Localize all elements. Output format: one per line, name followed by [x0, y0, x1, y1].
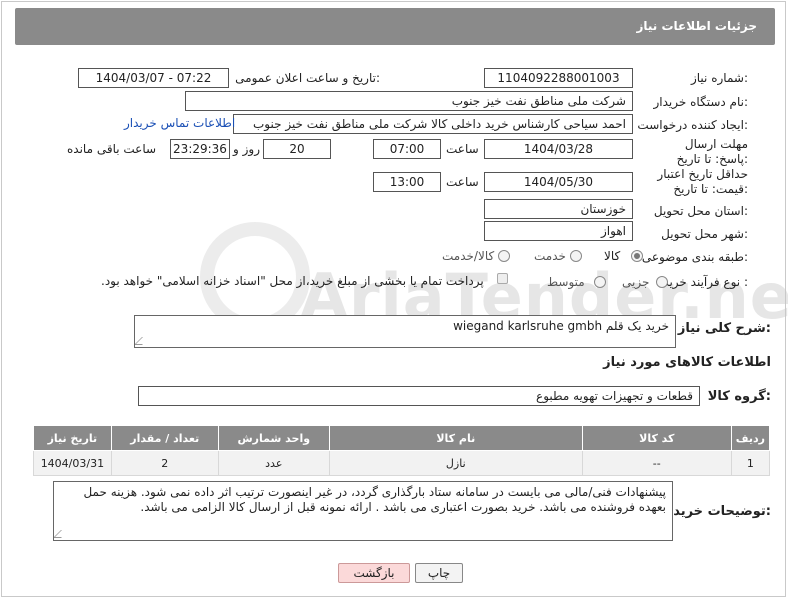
goods-group-field: قطعات و تجهیزات تهویه مطبوع: [138, 386, 700, 406]
reply-deadline-label: مهلت ارسال پاسخ: تا تاریخ:: [676, 137, 748, 166]
cell-date: 1404/03/31: [33, 450, 112, 476]
process-label: نوع فرآیند خرید :: [663, 275, 748, 289]
reply-time-label: ساعت: [446, 142, 479, 156]
treasury-payment-note: پرداخت تمام یا بخشی از مبلغ خرید،از محل …: [101, 274, 484, 288]
category-goods-service-label: کالا/خدمت: [442, 249, 495, 263]
price-time-field: 13:00: [373, 172, 441, 192]
category-goods-radio[interactable]: [631, 250, 643, 262]
process-minor-radio[interactable]: [656, 276, 668, 288]
price-date-field: 1404/05/30: [484, 172, 633, 192]
city-label: شهر محل تحویل:: [661, 227, 748, 241]
treasury-payment-checkbox[interactable]: [497, 273, 508, 284]
col-date: تاریخ نیاز: [33, 425, 112, 451]
cell-code: --: [581, 450, 732, 476]
need-number-field: 1104092288001003: [484, 68, 633, 88]
section-header: جزئیات اطلاعات نیاز: [15, 8, 775, 45]
col-row: ردیف: [730, 425, 771, 451]
remaining-time-field: 23:29:36: [170, 139, 230, 159]
process-medium-label: متوسط: [547, 275, 585, 289]
category-service-radio[interactable]: [570, 250, 582, 262]
table-row[interactable]: 1 -- نازل عدد 2 1404/03/31: [33, 450, 771, 476]
category-service-label: خدمت: [534, 249, 566, 263]
cell-qty: 2: [110, 450, 219, 476]
col-unit: واحد شمارش: [217, 425, 330, 451]
buyer-contact-link[interactable]: اطلاعات تماس خریدار: [124, 116, 235, 130]
creator-label: ایجاد کننده درخواست:: [637, 118, 748, 132]
buyer-notes-field: پیشنهادات فنی/مالی می بایست در سامانه ست…: [53, 481, 673, 541]
table-header-row: ردیف کد کالا نام کالا واحد شمارش تعداد /…: [33, 425, 771, 451]
resize-handle-icon[interactable]: [135, 337, 150, 345]
cell-row: 1: [730, 450, 771, 476]
back-button[interactable]: بازگشت: [338, 563, 410, 583]
description-text: خرید یک قلم wiegand karlsruhe gmbh: [453, 319, 669, 333]
days-field: 20: [263, 139, 331, 159]
process-minor-label: جزیی: [622, 275, 650, 289]
category-goods-label: کالا: [604, 249, 621, 263]
description-label: شرح کلی نیاز:: [677, 321, 771, 336]
reply-date-field: 1404/03/28: [484, 139, 633, 159]
col-name: نام کالا: [328, 425, 583, 451]
reply-time-field: 07:00: [373, 139, 441, 159]
price-validity-label: حداقل تاریخ اعتبار قیمت: تا تاریخ:: [657, 167, 748, 196]
buyer-notes-label: توضیحات خریدار:: [661, 504, 771, 519]
resize-handle-icon[interactable]: [54, 530, 69, 538]
goods-table: ردیف کد کالا نام کالا واحد شمارش تعداد /…: [33, 425, 771, 476]
need-number-label: شماره نیاز:: [690, 71, 748, 85]
province-label: استان محل تحویل:: [653, 204, 748, 218]
days-label: روز و: [233, 142, 260, 156]
announce-date-field: 1404/03/07 - 07:22: [78, 68, 229, 88]
goods-info-title: اطلاعات کالاهای مورد نیاز: [603, 355, 771, 370]
description-field: خرید یک قلم wiegand karlsruhe gmbh: [134, 315, 676, 348]
header-title: جزئیات اطلاعات نیاز: [636, 19, 757, 33]
cell-name: نازل: [328, 450, 583, 476]
price-time-label: ساعت: [446, 175, 479, 189]
announce-date-label: تاریخ و ساعت اعلان عمومی:: [235, 71, 380, 85]
print-button[interactable]: چاپ: [415, 563, 463, 583]
category-label: طبقه بندی موضوعی:: [641, 250, 748, 264]
remaining-time-label: ساعت باقی مانده: [67, 142, 157, 156]
creator-field: احمد سیاحی کارشناس خرید داخلی کالا شرکت …: [233, 114, 633, 134]
col-qty: تعداد / مقدار: [110, 425, 219, 451]
buyer-org-field: شرکت ملی مناطق نفت خیز جنوب: [185, 91, 633, 111]
goods-table-wrap: ردیف کد کالا نام کالا واحد شمارش تعداد /…: [33, 425, 771, 476]
buyer-org-label: نام دستگاه خریدار:: [653, 95, 749, 109]
col-code: کد کالا: [581, 425, 732, 451]
category-goods-service-radio[interactable]: [498, 250, 510, 262]
buyer-notes-text: پیشنهادات فنی/مالی می بایست در سامانه ست…: [83, 485, 666, 514]
process-medium-radio[interactable]: [594, 276, 606, 288]
cell-unit: عدد: [217, 450, 330, 476]
city-field: اهواز: [484, 221, 633, 241]
province-field: خوزستان: [484, 199, 633, 219]
goods-group-label: گروه کالا:: [707, 389, 771, 404]
